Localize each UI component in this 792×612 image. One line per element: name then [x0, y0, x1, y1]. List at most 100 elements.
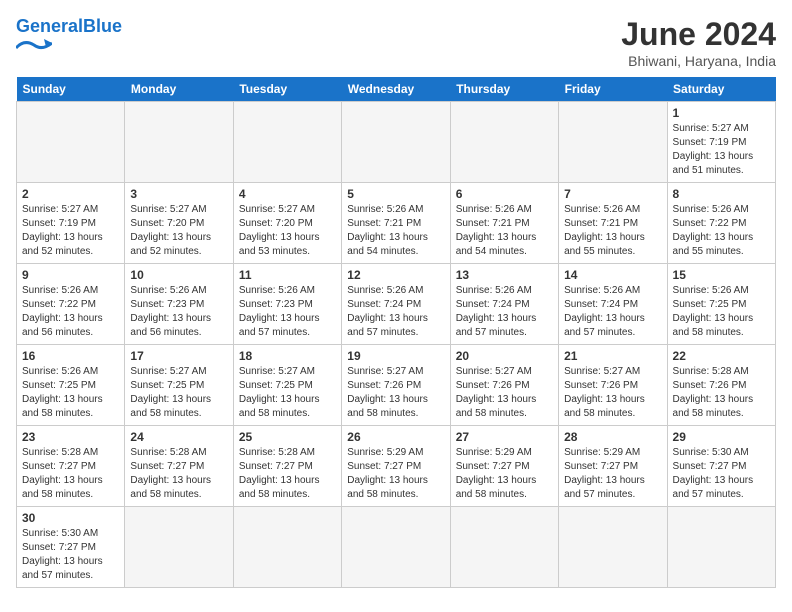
day-cell-21: 21 Sunrise: 5:27 AMSunset: 7:26 PMDayligh… [559, 345, 667, 426]
day-info: Sunrise: 5:27 AMSunset: 7:26 PMDaylight:… [456, 365, 553, 421]
week-row-3: 9Sunrise: 5:26 AMSunset: 7:22 PMDaylight… [17, 264, 776, 345]
calendar-table: SundayMondayTuesdayWednesdayThursdayFrid… [16, 77, 776, 588]
week-row-6: 30Sunrise: 5:30 AMSunset: 7:27 PMDayligh… [17, 507, 776, 588]
day-header-row: SundayMondayTuesdayWednesdayThursdayFrid… [17, 77, 776, 102]
col-header-friday: Friday [559, 77, 667, 102]
day-cell-12: 12 Sunrise: 5:26 AMSunset: 7:24 PMDayligh… [342, 264, 450, 345]
col-header-saturday: Saturday [667, 77, 775, 102]
title-section: June 2024 Bhiwani, Haryana, India [621, 16, 776, 69]
logo: GeneralBlue [16, 16, 122, 57]
day-cell-7: 7 Sunrise: 5:26 AMSunset: 7:21 PMDaylight… [559, 183, 667, 264]
empty-cell [559, 102, 667, 183]
day-info: Sunrise: 5:26 AMSunset: 7:22 PMDaylight:… [673, 203, 770, 259]
week-row-2: 2 Sunrise: 5:27 AMSunset: 7:19 PMDaylight… [17, 183, 776, 264]
empty-cell [17, 102, 125, 183]
week-row-1: 1 Sunrise: 5:27 AMSunset: 7:19 PMDaylight… [17, 102, 776, 183]
day-info: Sunrise: 5:26 AMSunset: 7:25 PMDaylight:… [22, 365, 119, 421]
day-number: 8 [673, 187, 770, 201]
empty-cell [233, 507, 341, 588]
day-cell-28: 28Sunrise: 5:29 AMSunset: 7:27 PMDayligh… [559, 426, 667, 507]
day-number: 4 [239, 187, 336, 201]
day-info: Sunrise: 5:27 AMSunset: 7:25 PMDaylight:… [130, 365, 227, 421]
day-info: Sunrise: 5:27 AMSunset: 7:25 PMDaylight:… [239, 365, 336, 421]
empty-cell [667, 507, 775, 588]
empty-cell [125, 102, 233, 183]
day-number: 20 [456, 349, 553, 363]
day-cell-29: 29Sunrise: 5:30 AMSunset: 7:27 PMDayligh… [667, 426, 775, 507]
day-info: Sunrise: 5:27 AMSunset: 7:19 PMDaylight:… [673, 122, 770, 178]
day-number: 10 [130, 268, 227, 282]
empty-cell [125, 507, 233, 588]
day-info: Sunrise: 5:26 AMSunset: 7:21 PMDaylight:… [564, 203, 661, 259]
day-number: 5 [347, 187, 444, 201]
day-cell-11: 11 Sunrise: 5:26 AMSunset: 7:23 PMDayligh… [233, 264, 341, 345]
day-cell-26: 26Sunrise: 5:29 AMSunset: 7:27 PMDayligh… [342, 426, 450, 507]
day-cell-3: 3Sunrise: 5:27 AMSunset: 7:20 PMDaylight… [125, 183, 233, 264]
day-cell-2: 2 Sunrise: 5:27 AMSunset: 7:19 PMDaylight… [17, 183, 125, 264]
logo-blue: Blue [83, 16, 122, 36]
day-info: Sunrise: 5:26 AMSunset: 7:24 PMDaylight:… [347, 284, 444, 340]
day-number: 25 [239, 430, 336, 444]
day-cell-9: 9Sunrise: 5:26 AMSunset: 7:22 PMDaylight… [17, 264, 125, 345]
day-number: 19 [347, 349, 444, 363]
col-header-sunday: Sunday [17, 77, 125, 102]
day-number: 11 [239, 268, 336, 282]
empty-cell [559, 507, 667, 588]
day-number: 6 [456, 187, 553, 201]
day-cell-25: 25Sunrise: 5:28 AMSunset: 7:27 PMDayligh… [233, 426, 341, 507]
day-number: 24 [130, 430, 227, 444]
day-number: 30 [22, 511, 119, 525]
empty-cell [233, 102, 341, 183]
day-info: Sunrise: 5:27 AMSunset: 7:20 PMDaylight:… [130, 203, 227, 259]
day-cell-30: 30Sunrise: 5:30 AMSunset: 7:27 PMDayligh… [17, 507, 125, 588]
day-cell-4: 4 Sunrise: 5:27 AMSunset: 7:20 PMDaylight… [233, 183, 341, 264]
day-number: 12 [347, 268, 444, 282]
day-number: 1 [673, 106, 770, 120]
day-number: 21 [564, 349, 661, 363]
day-number: 16 [22, 349, 119, 363]
week-row-5: 23 Sunrise: 5:28 AMSunset: 7:27 PMDayligh… [17, 426, 776, 507]
day-number: 15 [673, 268, 770, 282]
day-cell-18: 18Sunrise: 5:27 AMSunset: 7:25 PMDayligh… [233, 345, 341, 426]
day-cell-19: 19 Sunrise: 5:27 AMSunset: 7:26 PMDayligh… [342, 345, 450, 426]
day-info: Sunrise: 5:26 AMSunset: 7:23 PMDaylight:… [239, 284, 336, 340]
day-cell-8: 8 Sunrise: 5:26 AMSunset: 7:22 PMDaylight… [667, 183, 775, 264]
day-number: 14 [564, 268, 661, 282]
week-row-4: 16 Sunrise: 5:26 AMSunset: 7:25 PMDayligh… [17, 345, 776, 426]
day-info: Sunrise: 5:27 AMSunset: 7:20 PMDaylight:… [239, 203, 336, 259]
day-info: Sunrise: 5:27 AMSunset: 7:19 PMDaylight:… [22, 203, 119, 259]
day-info: Sunrise: 5:26 AMSunset: 7:24 PMDaylight:… [564, 284, 661, 340]
day-info: Sunrise: 5:26 AMSunset: 7:23 PMDaylight:… [130, 284, 227, 340]
col-header-thursday: Thursday [450, 77, 558, 102]
day-number: 9 [22, 268, 119, 282]
day-info: Sunrise: 5:27 AMSunset: 7:26 PMDaylight:… [564, 365, 661, 421]
day-cell-20: 20 Sunrise: 5:27 AMSunset: 7:26 PMDayligh… [450, 345, 558, 426]
day-cell-23: 23 Sunrise: 5:28 AMSunset: 7:27 PMDayligh… [17, 426, 125, 507]
day-info: Sunrise: 5:27 AMSunset: 7:26 PMDaylight:… [347, 365, 444, 421]
day-number: 23 [22, 430, 119, 444]
day-cell-6: 6 Sunrise: 5:26 AMSunset: 7:21 PMDaylight… [450, 183, 558, 264]
empty-cell [342, 102, 450, 183]
day-cell-15: 15Sunrise: 5:26 AMSunset: 7:25 PMDayligh… [667, 264, 775, 345]
day-cell-24: 24Sunrise: 5:28 AMSunset: 7:27 PMDayligh… [125, 426, 233, 507]
day-number: 13 [456, 268, 553, 282]
day-cell-1: 1 Sunrise: 5:27 AMSunset: 7:19 PMDaylight… [667, 102, 775, 183]
day-cell-13: 13Sunrise: 5:26 AMSunset: 7:24 PMDayligh… [450, 264, 558, 345]
empty-cell [450, 507, 558, 588]
day-cell-27: 27Sunrise: 5:29 AMSunset: 7:27 PMDayligh… [450, 426, 558, 507]
month-title: June 2024 [621, 16, 776, 53]
col-header-wednesday: Wednesday [342, 77, 450, 102]
empty-cell [450, 102, 558, 183]
day-info: Sunrise: 5:28 AMSunset: 7:27 PMDaylight:… [22, 446, 119, 502]
page-header: GeneralBlue June 2024 Bhiwani, Haryana, … [16, 16, 776, 69]
day-number: 22 [673, 349, 770, 363]
day-cell-17: 17Sunrise: 5:27 AMSunset: 7:25 PMDayligh… [125, 345, 233, 426]
day-number: 7 [564, 187, 661, 201]
logo-general: General [16, 16, 83, 36]
empty-cell [342, 507, 450, 588]
day-info: Sunrise: 5:28 AMSunset: 7:26 PMDaylight:… [673, 365, 770, 421]
day-number: 2 [22, 187, 119, 201]
logo-bird-icon [16, 39, 52, 57]
day-cell-5: 5Sunrise: 5:26 AMSunset: 7:21 PMDaylight… [342, 183, 450, 264]
day-info: Sunrise: 5:26 AMSunset: 7:21 PMDaylight:… [456, 203, 553, 259]
